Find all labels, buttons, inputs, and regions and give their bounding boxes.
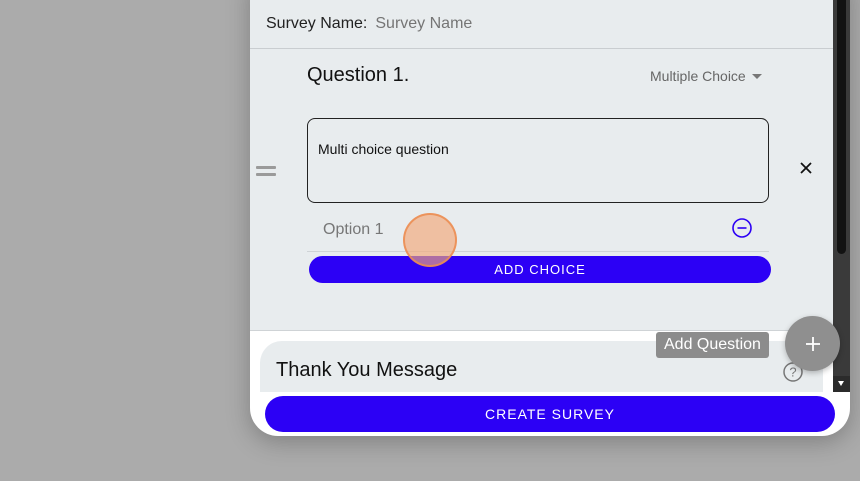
option-row[interactable]: Option 1 [307,208,769,252]
create-survey-button[interactable]: CREATE SURVEY [265,396,835,432]
question-text-value: Multi choice question [318,141,449,157]
close-icon [800,162,812,174]
arrow-down-icon [838,381,844,386]
scrollbar-track[interactable] [833,0,850,376]
add-question-tooltip: Add Question [656,332,769,358]
option-1-input[interactable]: Option 1 [323,221,383,239]
survey-editor-panel: Survey Name: Question 1. Multiple Choice… [250,0,850,436]
drag-handle-icon[interactable] [256,166,276,176]
question-card: Question 1. Multiple Choice Multi choice… [250,50,833,330]
remove-circle-icon [732,218,752,238]
click-indicator [403,213,457,267]
question-type-value: Multiple Choice [650,68,746,84]
survey-name-label: Survey Name: [266,15,368,32]
plus-icon [805,336,820,351]
scroll-down-button[interactable] [833,376,850,392]
add-choice-button[interactable]: ADD CHOICE [309,256,771,283]
question-title: Question 1. [307,64,410,86]
add-question-button[interactable] [785,316,840,371]
remove-option-button[interactable] [730,216,754,240]
question-text-field[interactable]: Multi choice question [307,118,769,203]
survey-name-input[interactable] [375,15,676,33]
thank-you-title: Thank You Message [276,359,458,381]
delete-question-button[interactable] [796,158,816,178]
svg-text:?: ? [789,365,796,380]
question-type-select[interactable]: Multiple Choice [650,68,762,84]
scrollbar-thumb[interactable] [837,0,846,254]
survey-name-row: Survey Name: [250,0,833,49]
chevron-down-icon [751,73,762,79]
